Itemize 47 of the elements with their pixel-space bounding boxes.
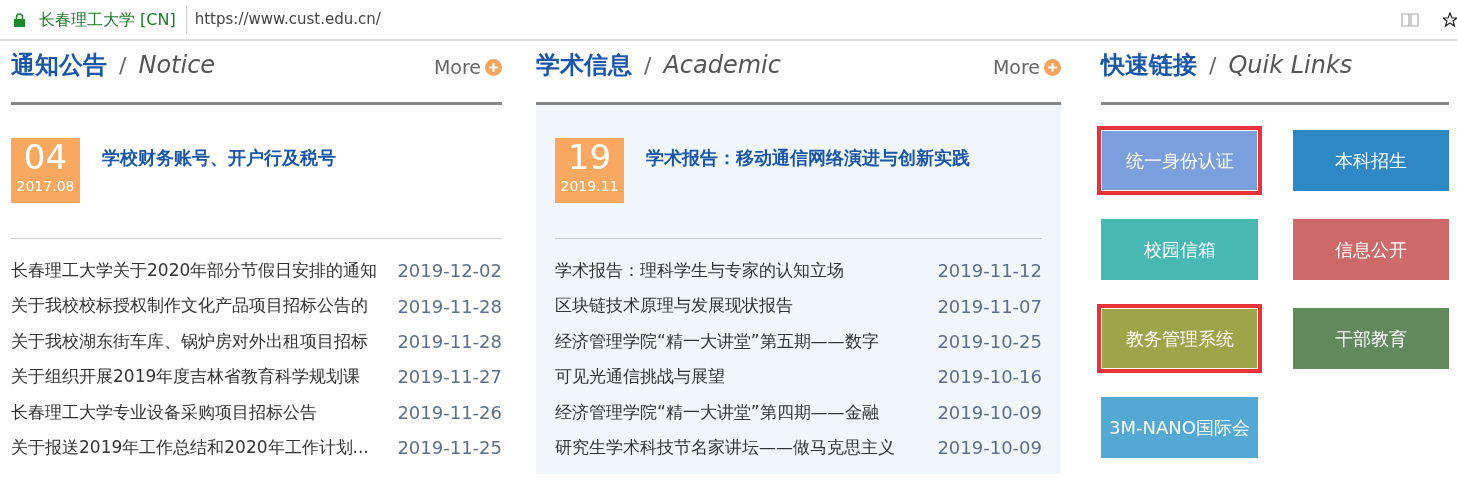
section-subtitle: Academic — [663, 53, 781, 77]
section-title: 快速链接 — [1101, 53, 1197, 77]
featured-title[interactable]: 学术报告：移动通信网络演进与创新实践 — [646, 144, 970, 171]
more-link[interactable]: More — [433, 58, 502, 77]
date-day: 04 — [23, 138, 68, 176]
news-link[interactable]: 长春理工大学关于2020年部分节假日安排的通知 — [11, 257, 378, 284]
slash: / — [119, 55, 127, 77]
news-date: 2019-11-12 — [937, 259, 1042, 284]
featured-title[interactable]: 学校财务账号、开户行及税号 — [102, 144, 336, 171]
news-link[interactable]: 关于我校湖东街车库、锅炉房对外出租项目招标 — [11, 328, 368, 355]
news-link[interactable]: 可见光通信挑战与展望 — [555, 364, 725, 390]
date-month: 2017.08 — [16, 177, 75, 196]
news-link[interactable]: 经济管理学院“精一大讲堂”第五期——数字 — [555, 328, 879, 355]
more-link[interactable]: More — [992, 58, 1061, 77]
news-date: 2019-10-09 — [937, 400, 1042, 425]
news-link[interactable]: 经济管理学院“精一大讲堂”第四期——金融 — [555, 399, 879, 425]
news-link[interactable]: 关于组织开展2019年度吉林省教育科学规划课 — [11, 364, 361, 390]
news-link[interactable]: 长春理工大学专业设备采购项目招标公告 — [11, 399, 317, 425]
news-link[interactable]: 研究生学术科技节名家讲坛——做马克思主义 — [555, 434, 895, 461]
slash: / — [644, 55, 652, 77]
site-name: 长春理工大学 [CN] — [39, 8, 176, 31]
news-date: 2019-10-25 — [937, 329, 1042, 354]
news-date: 2019-11-25 — [397, 436, 502, 461]
news-date: 2019-11-07 — [937, 294, 1042, 319]
star-icon[interactable] — [1443, 11, 1457, 28]
news-link[interactable]: 关于报送2019年工作总结和2020年工作计划... — [11, 434, 369, 461]
slash: / — [1209, 55, 1217, 77]
date-month: 2019.11 — [560, 177, 619, 196]
url-field[interactable]: https://www.cust.edu.cn/ — [194, 8, 1401, 31]
news-date: 2019-12-02 — [397, 259, 502, 284]
news-link[interactable]: 关于我校校标授权制作文化产品项目招标公告的 — [11, 293, 368, 319]
section-subtitle: Quik Links — [1228, 53, 1353, 77]
news-link[interactable]: 区块链技术原理与发展现状报告 — [555, 293, 793, 319]
news-date: 2019-11-28 — [397, 294, 502, 319]
plus-icon — [1044, 59, 1061, 76]
news-date: 2019-11-26 — [397, 400, 502, 425]
section-title: 学术信息 — [536, 53, 632, 77]
section-subtitle: Notice — [138, 53, 216, 77]
section-title: 通知公告 — [11, 53, 107, 77]
news-date: 2019-11-28 — [397, 329, 502, 354]
news-date: 2019-10-16 — [937, 365, 1042, 390]
news-date: 2019-10-09 — [937, 436, 1042, 461]
plus-icon — [485, 59, 502, 76]
lock-icon — [14, 12, 25, 27]
date-day: 19 — [567, 138, 612, 176]
news-date: 2019-11-27 — [397, 365, 502, 390]
news-link[interactable]: 学术报告：理科学生与专家的认知立场 — [555, 257, 844, 284]
